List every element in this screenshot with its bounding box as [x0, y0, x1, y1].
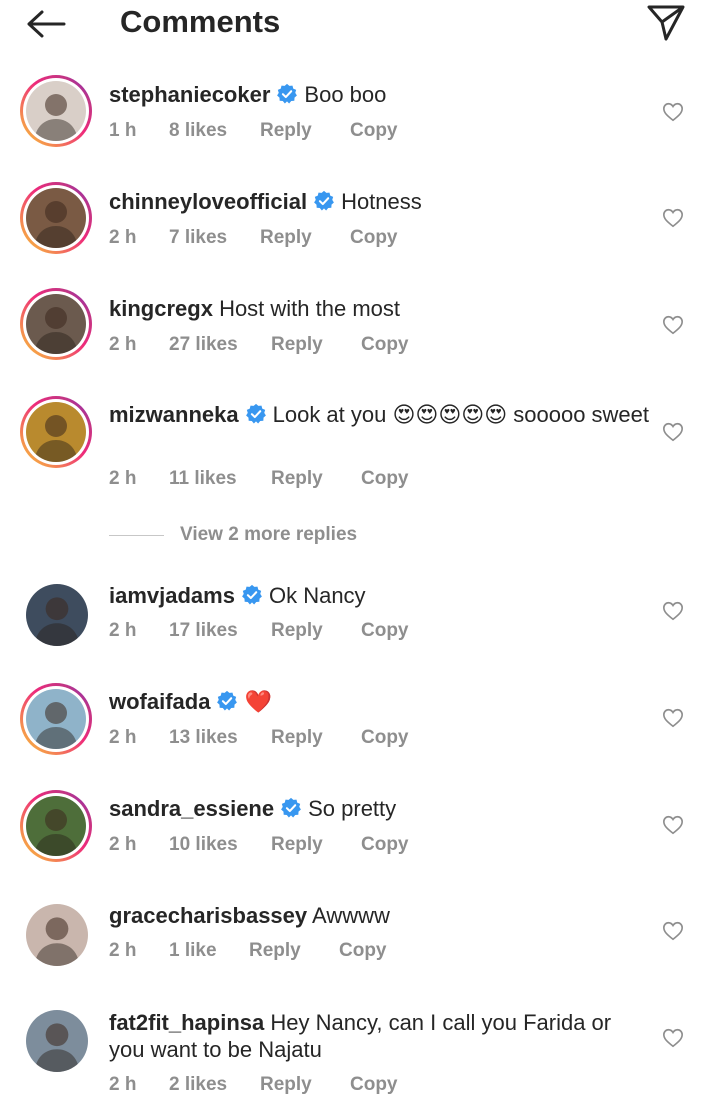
profile-photo [26, 584, 88, 646]
comment-time: 2 h [109, 940, 137, 961]
profile-photo [26, 81, 86, 141]
heart-icon[interactable] [662, 1027, 684, 1049]
reply-divider [109, 534, 164, 536]
heart-icon[interactable] [662, 920, 684, 942]
share-button[interactable] [646, 2, 688, 42]
comment-username[interactable]: sandra_essiene [109, 796, 274, 821]
comment-time: 2 h [109, 227, 137, 248]
copy-button[interactable]: Copy [339, 940, 387, 962]
heart-icon[interactable] [662, 600, 684, 622]
reply-button[interactable]: Reply [260, 120, 350, 142]
reply-button[interactable]: Reply [260, 227, 350, 249]
comment-username[interactable]: kingcregx [109, 296, 213, 321]
comment-username[interactable]: fat2fit_hapinsa [109, 1010, 264, 1035]
profile-photo [26, 796, 86, 856]
heart-icon[interactable] [662, 707, 684, 729]
comment-time: 2 h [109, 468, 137, 489]
copy-button[interactable]: Copy [350, 120, 398, 142]
comment-text: Awwww [312, 903, 390, 928]
verified-badge-icon [314, 190, 334, 211]
comment-text: Boo boo [304, 82, 387, 107]
like-count[interactable]: 2 likes [169, 1074, 260, 1096]
avatar[interactable] [20, 790, 92, 862]
comment-text: Ok Nancy [268, 583, 366, 608]
heart-icon[interactable] [662, 314, 684, 336]
arrow-left-icon [27, 10, 66, 38]
avatar[interactable] [26, 584, 88, 646]
comment-username[interactable]: mizwanneka [109, 402, 239, 427]
reply-button[interactable]: Reply [260, 1074, 350, 1096]
comment-username[interactable]: wofaifada [109, 689, 210, 714]
verified-badge-icon [277, 83, 298, 104]
view-more-replies-button[interactable]: View 2 more replies [109, 522, 357, 548]
comment-username[interactable]: iamvjadams [109, 583, 235, 608]
profile-photo [26, 1010, 88, 1072]
comment-username[interactable]: stephaniecoker [109, 82, 270, 107]
like-count[interactable]: 11 likes [169, 468, 271, 490]
verified-badge-icon [217, 690, 238, 711]
page-title: Comments [120, 4, 281, 39]
comment-text: Host with the most [219, 296, 401, 321]
heart-icon[interactable] [662, 207, 684, 229]
copy-button[interactable]: Copy [350, 227, 398, 249]
like-count[interactable]: 7 likes [169, 227, 260, 249]
verified-badge-icon [281, 797, 302, 818]
comment-time: 2 h [109, 1074, 137, 1095]
reply-button[interactable]: Reply [271, 727, 361, 749]
heart-icon[interactable] [662, 814, 684, 836]
avatar[interactable] [20, 396, 92, 468]
avatar[interactable] [20, 288, 92, 360]
copy-button[interactable]: Copy [361, 620, 409, 642]
comment-time: 2 h [109, 834, 137, 855]
header-bar: Comments [0, 0, 720, 48]
copy-button[interactable]: Copy [361, 334, 409, 356]
verified-badge-icon [245, 403, 266, 424]
reply-button[interactable]: Reply [271, 834, 361, 856]
paper-plane-icon [647, 5, 685, 41]
like-count[interactable]: 8 likes [169, 120, 260, 142]
like-count[interactable]: 13 likes [169, 727, 271, 749]
view-more-replies-label: View 2 more replies [180, 524, 358, 545]
comment-text: Hotness [341, 189, 422, 214]
verified-badge-icon [242, 584, 262, 605]
comment-username[interactable]: gracecharisbassey [109, 903, 307, 928]
profile-photo [26, 689, 86, 749]
comment-time: 1 h [109, 120, 137, 141]
back-button[interactable] [26, 6, 68, 42]
profile-photo [26, 188, 86, 248]
profile-photo [26, 402, 86, 462]
comment-time: 2 h [109, 727, 137, 748]
heart-icon[interactable] [662, 421, 684, 443]
avatar[interactable] [20, 182, 92, 254]
comment-text: ❤️ [244, 689, 272, 714]
copy-button[interactable]: Copy [361, 727, 409, 749]
copy-button[interactable]: Copy [361, 834, 409, 856]
reply-button[interactable]: Reply [271, 468, 361, 490]
reply-button[interactable]: Reply [271, 620, 361, 642]
profile-photo [26, 294, 86, 354]
avatar[interactable] [20, 683, 92, 755]
copy-button[interactable]: Copy [361, 468, 409, 490]
avatar[interactable] [20, 75, 92, 147]
like-count[interactable]: 17 likes [169, 620, 271, 642]
reply-button[interactable]: Reply [249, 940, 339, 962]
reply-button[interactable]: Reply [271, 334, 361, 356]
avatar[interactable] [26, 1010, 88, 1072]
like-count[interactable]: 1 like [169, 940, 249, 962]
avatar[interactable] [26, 904, 88, 966]
copy-button[interactable]: Copy [350, 1074, 398, 1096]
comment-text: So pretty [308, 796, 397, 821]
comment-time: 2 h [109, 620, 137, 641]
like-count[interactable]: 27 likes [169, 334, 271, 356]
heart-icon[interactable] [662, 101, 684, 123]
comment-username[interactable]: chinneyloveofficial [109, 189, 307, 214]
like-count[interactable]: 10 likes [169, 834, 271, 856]
profile-photo [26, 904, 88, 966]
comment-text: Look at you 😍😍😍😍😍 sooooo sweet [272, 402, 650, 427]
comment-time: 2 h [109, 334, 137, 355]
